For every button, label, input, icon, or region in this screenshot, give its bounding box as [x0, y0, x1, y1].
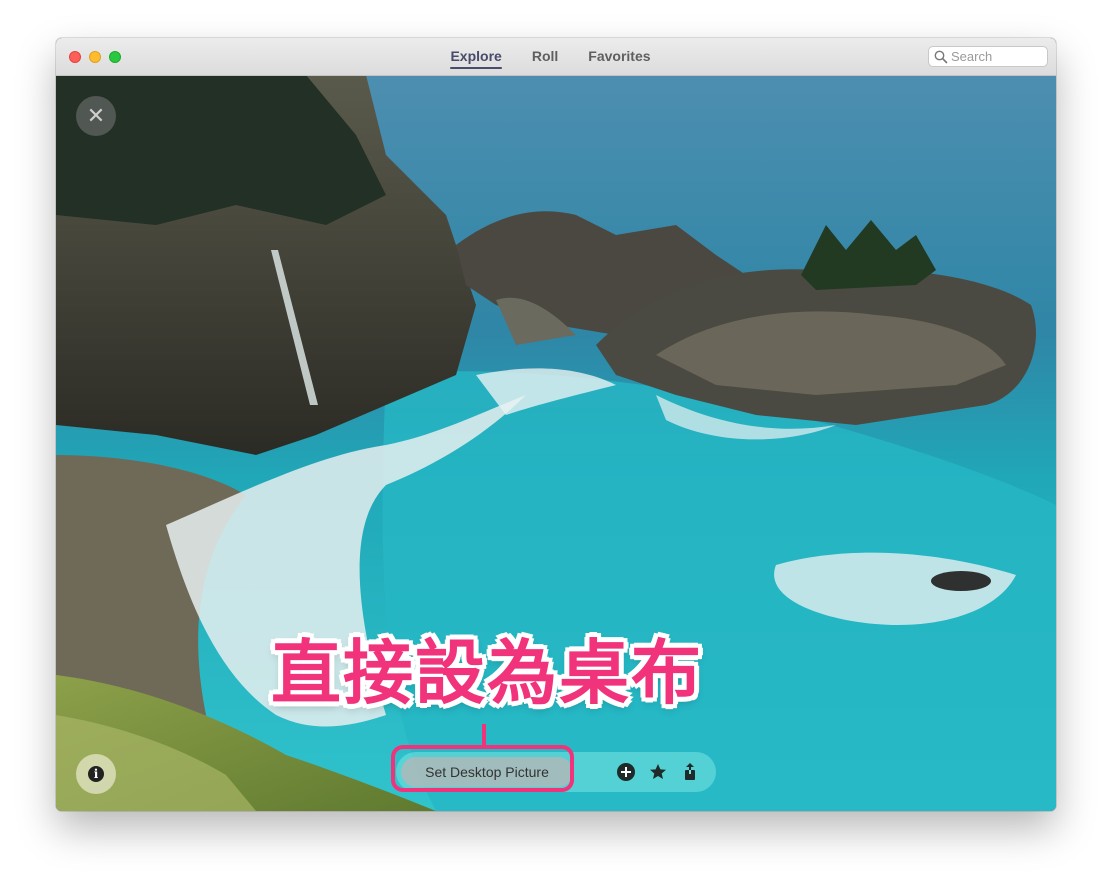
search-icon [934, 50, 948, 63]
tab-roll[interactable]: Roll [532, 38, 558, 75]
search-input[interactable] [951, 49, 1041, 64]
annotation-label: 直接設為桌布 [271, 632, 703, 714]
tab-explore[interactable]: Explore [450, 38, 503, 75]
star-icon[interactable] [648, 762, 668, 782]
close-icon: ✕ [86, 103, 106, 128]
share-icon[interactable] [680, 762, 700, 782]
tab-favorites[interactable]: Favorites [588, 38, 650, 75]
annotation-highlight-box [391, 745, 574, 792]
annotation-pointer [482, 724, 486, 748]
add-circle-icon[interactable] [616, 762, 636, 782]
search-field[interactable] [928, 46, 1048, 67]
app-window: Explore Roll Favorites Search ✕ i Set De… [56, 38, 1056, 811]
title-bar: Explore Roll Favorites [56, 38, 1056, 76]
tab-bar: Explore Roll Favorites [56, 38, 1056, 75]
info-icon: i [88, 766, 104, 782]
info-button[interactable]: i [76, 754, 116, 794]
photo-viewer[interactable]: ✕ i Set Desktop Picture 直接設為桌布 [56, 75, 1056, 811]
close-photo-button[interactable]: ✕ [76, 96, 116, 136]
